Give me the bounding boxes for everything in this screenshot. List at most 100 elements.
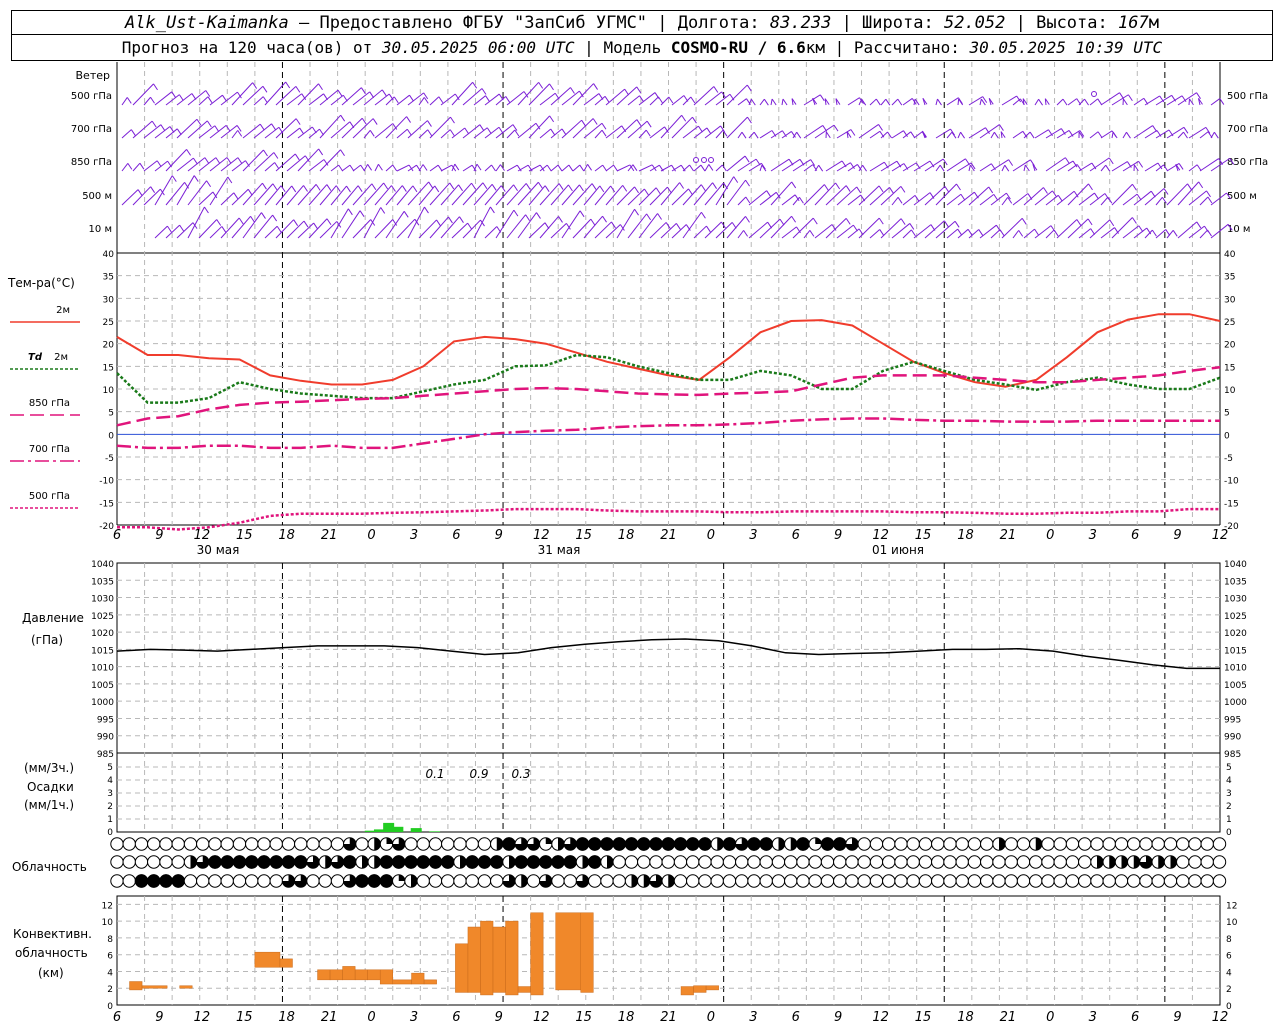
wind-barb (418, 164, 424, 172)
wind-barb-flag (295, 118, 301, 125)
wind-barb-flag (713, 86, 719, 93)
wind-barb (440, 184, 459, 206)
wind-barb-flag (850, 129, 856, 136)
cloud-circle (526, 874, 541, 888)
cloud-overcast (404, 855, 418, 869)
wind-barb-flag (206, 180, 212, 187)
wind-barb-flag (326, 184, 332, 191)
cloud-circle (808, 874, 822, 888)
hour-tick-label-bottom: 9 (834, 1010, 842, 1024)
wind-barb (726, 155, 746, 172)
precip-tick-right: 0 (1226, 828, 1232, 838)
wind-barb-flag (464, 127, 470, 135)
cloud-circle (820, 855, 835, 869)
cloud-overcast (588, 837, 602, 851)
press-panel-title: Давление (22, 611, 84, 625)
wind-barb-flag (1062, 98, 1068, 106)
wind-barb (1089, 98, 1099, 106)
hour-tick-label-mid: 3 (410, 528, 418, 543)
conv-tick-left: 6 (107, 952, 113, 962)
wind-barb-flag (951, 131, 957, 139)
conv-cloud-bar (392, 979, 412, 985)
cloud-circle (686, 855, 700, 869)
wind-barb (671, 188, 689, 206)
cloud-circle (808, 855, 822, 869)
wind-barb-flag (262, 182, 267, 190)
hour-tick-label-mid: 21 (660, 528, 677, 543)
cloud-circle (1065, 837, 1080, 851)
cloud-circle (943, 837, 957, 851)
cloud-circle (1090, 874, 1104, 888)
precip-unit-1h: (мм/1ч.) (24, 798, 74, 812)
wind-barb-flag (969, 164, 975, 172)
wind-barb (1166, 126, 1185, 139)
hour-tick-label-bottom: 18 (618, 1010, 635, 1024)
wind-barb-flag (486, 127, 492, 135)
wind-barb-flag (1084, 98, 1089, 106)
axis-labels: 6 6 9 9 12 12 15 15 18 18 21 21 0 0 3 3 6 6 9 9 12 12 15 15 18 18… (113, 528, 1228, 1024)
wind-barb (770, 215, 792, 239)
cloud-partial (1109, 855, 1116, 869)
wind-barb (1144, 130, 1158, 139)
wind-barb-flag (326, 218, 332, 226)
precip-tick-left: 4 (107, 776, 113, 786)
wind-barb-flag (700, 211, 706, 219)
wind-barb (869, 130, 881, 139)
wind-barb-flag (592, 118, 598, 125)
wind-barb (121, 129, 132, 139)
hour-tick-label-mid: 0 (707, 528, 715, 543)
conv-cloud-bar (680, 986, 694, 996)
wind-barb (770, 98, 773, 106)
hour-tick-label-bottom: 18 (278, 1010, 295, 1024)
wind-barb (341, 87, 362, 106)
wind-barb-flag (568, 164, 574, 172)
cloud-partial (398, 874, 405, 881)
cloud-circle (967, 855, 982, 869)
wind-barb-flag (745, 216, 750, 223)
cloud-overcast (796, 837, 810, 851)
wind-barb (814, 124, 835, 139)
wind-barb-flag (1178, 163, 1184, 170)
wind-barb (440, 129, 451, 139)
wind-barb (946, 193, 962, 206)
precip-tick-left: 5 (107, 763, 113, 773)
hour-tick-label-mid: 12 (194, 528, 211, 543)
wind-barb-flag (271, 123, 276, 131)
cloud-overcast (441, 855, 455, 869)
hour-tick-label-mid: 6 (1131, 528, 1139, 543)
precip-3h-total: 0.3 (511, 767, 530, 781)
precip-tick-left: 2 (107, 802, 113, 812)
wind-barb (572, 183, 593, 206)
wind-barb-flag (472, 81, 478, 89)
cloud-circle (1102, 874, 1116, 888)
wind-barb-flag (746, 84, 752, 92)
cloud-partial (325, 855, 332, 869)
wind-barb (594, 129, 603, 139)
press-tick-right: 1020 (1224, 629, 1247, 639)
wind-barb-flag (1183, 127, 1189, 134)
wind-barb-flag (602, 215, 607, 223)
conv-tick-left: 10 (102, 918, 114, 928)
wind-barb (902, 98, 913, 106)
cloud-circle (465, 837, 479, 851)
wind-barb (935, 98, 938, 106)
cloud-partial (509, 855, 516, 869)
cloud-partial (521, 874, 528, 888)
cloud-circle (759, 855, 773, 869)
press-tick-left: 1020 (91, 629, 114, 639)
cloud-circle (1029, 855, 1043, 869)
cloud-circle (1139, 874, 1153, 888)
cloud-circle (698, 874, 712, 888)
wind-barb (550, 184, 569, 206)
wind-barb-flag (819, 94, 825, 102)
wind-barb-flag (954, 221, 960, 228)
cloud-overcast (514, 855, 528, 869)
wind-barb (396, 94, 410, 106)
wind-barb (550, 223, 567, 239)
wind-barb (363, 89, 383, 106)
wind-barb (341, 117, 363, 139)
wind-barb-flag (957, 228, 963, 236)
calm-circle (701, 157, 707, 163)
cloud-circle (1102, 837, 1116, 851)
cloud-circle (796, 874, 810, 888)
